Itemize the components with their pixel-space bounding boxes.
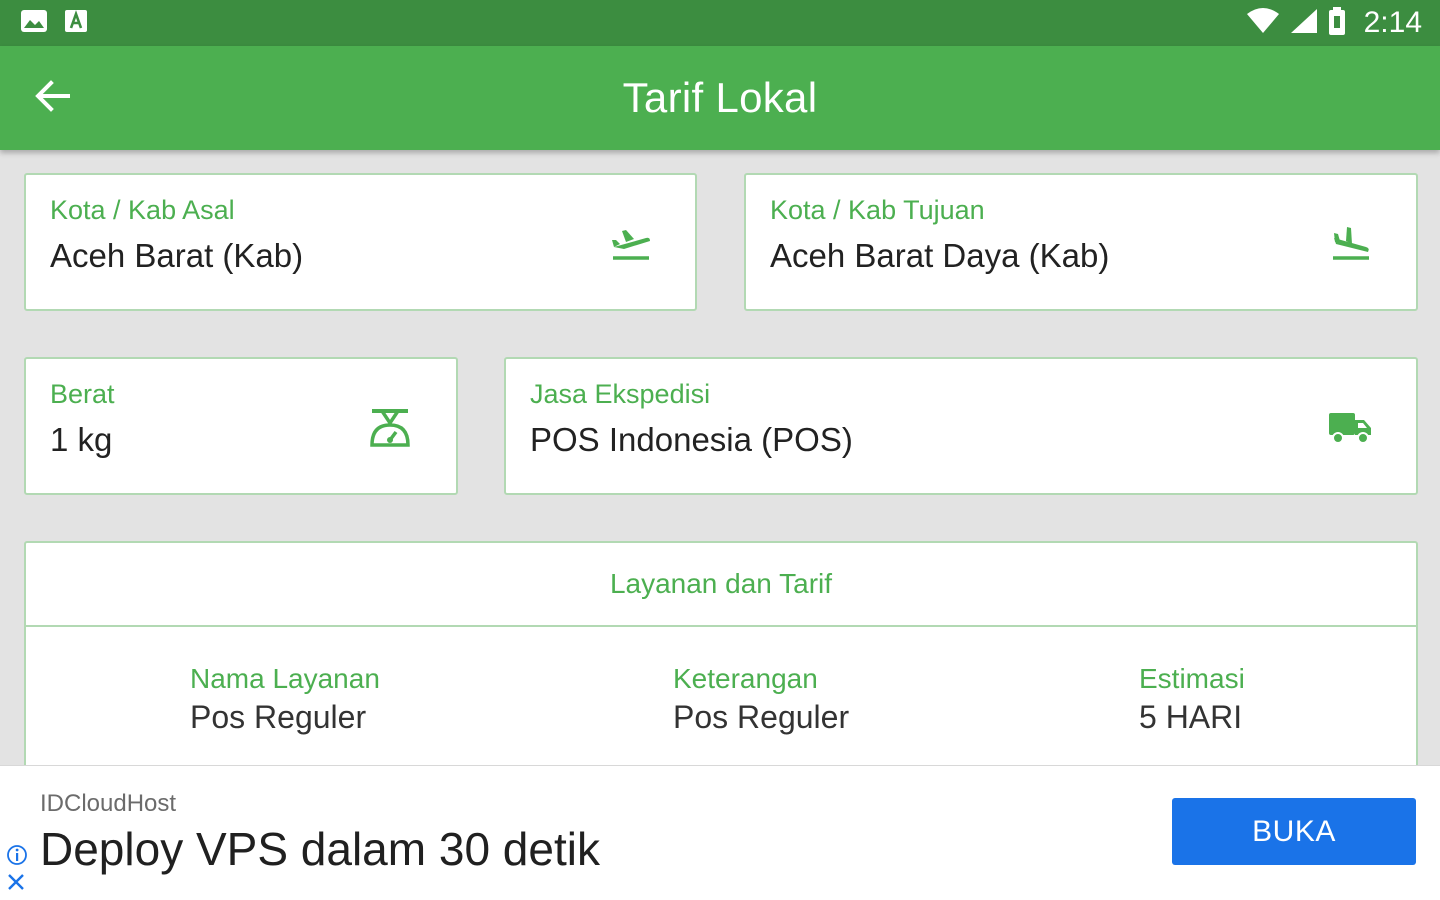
weight-value: 1 kg [50, 421, 113, 458]
results-title: Layanan dan Tarif [26, 543, 1416, 627]
destination-city-value: Aceh Barat Daya (Kab) [770, 237, 1110, 274]
arrow-back-icon [34, 79, 70, 117]
status-right: 2:14 [1246, 6, 1422, 40]
destination-city-field[interactable]: Kota / Kab Tujuan Aceh Barat Daya (Kab) [744, 173, 1418, 311]
ad-open-button[interactable]: BUKA [1172, 798, 1416, 865]
courier-value: POS Indonesia (POS) [530, 421, 853, 458]
flight-land-icon [1330, 225, 1372, 268]
app-bar: Tarif Lokal [0, 46, 1440, 150]
truck-icon [1328, 411, 1372, 450]
estimate-column: Estimasi 5 HARI [1139, 663, 1245, 736]
back-button[interactable] [28, 76, 76, 120]
battery-icon [1328, 6, 1346, 40]
status-left [20, 9, 88, 38]
estimate-value: 5 HARI [1139, 699, 1243, 735]
image-icon [20, 9, 48, 38]
page-title: Tarif Lokal [622, 74, 818, 121]
scale-icon [368, 407, 412, 454]
origin-city-value: Aceh Barat (Kab) [50, 237, 304, 274]
weight-field[interactable]: Berat 1 kg [24, 357, 458, 495]
description-column: Keterangan Pos Reguler [673, 663, 849, 736]
signal-icon [1290, 8, 1318, 39]
ad-headline[interactable]: Deploy VPS dalam 30 detik [40, 822, 600, 876]
wifi-icon [1246, 7, 1280, 39]
description-value: Pos Reguler [673, 699, 850, 735]
screen: 2:14 Tarif Lokal Kota / Kab Asal Aceh Ba… [0, 0, 1440, 900]
service-name-label: Nama Layanan [190, 663, 380, 694]
text-a-icon [64, 9, 88, 38]
ad-banner[interactable]: IDCloudHost Deploy VPS dalam 30 detik BU… [0, 765, 1440, 900]
status-bar: 2:14 [0, 0, 1440, 46]
status-time: 2:14 [1363, 6, 1422, 39]
results-panel: Layanan dan Tarif Nama Layanan Pos Regul… [24, 541, 1418, 781]
origin-city-field[interactable]: Kota / Kab Asal Aceh Barat (Kab) [24, 173, 697, 311]
origin-city-label: Kota / Kab Asal [50, 195, 235, 225]
service-name-column: Nama Layanan Pos Reguler [190, 663, 380, 736]
service-name-value: Pos Reguler [190, 699, 367, 735]
destination-city-label: Kota / Kab Tujuan [770, 195, 985, 225]
ad-close-icon[interactable] [6, 872, 26, 897]
courier-label: Jasa Ekspedisi [530, 379, 711, 409]
ad-info-icon[interactable] [6, 844, 28, 871]
estimate-label: Estimasi [1139, 663, 1245, 694]
weight-label: Berat [50, 379, 115, 409]
ad-advertiser: IDCloudHost [40, 790, 177, 817]
flight-takeoff-icon [610, 227, 652, 268]
description-label: Keterangan [673, 663, 818, 694]
courier-field[interactable]: Jasa Ekspedisi POS Indonesia (POS) [504, 357, 1418, 495]
